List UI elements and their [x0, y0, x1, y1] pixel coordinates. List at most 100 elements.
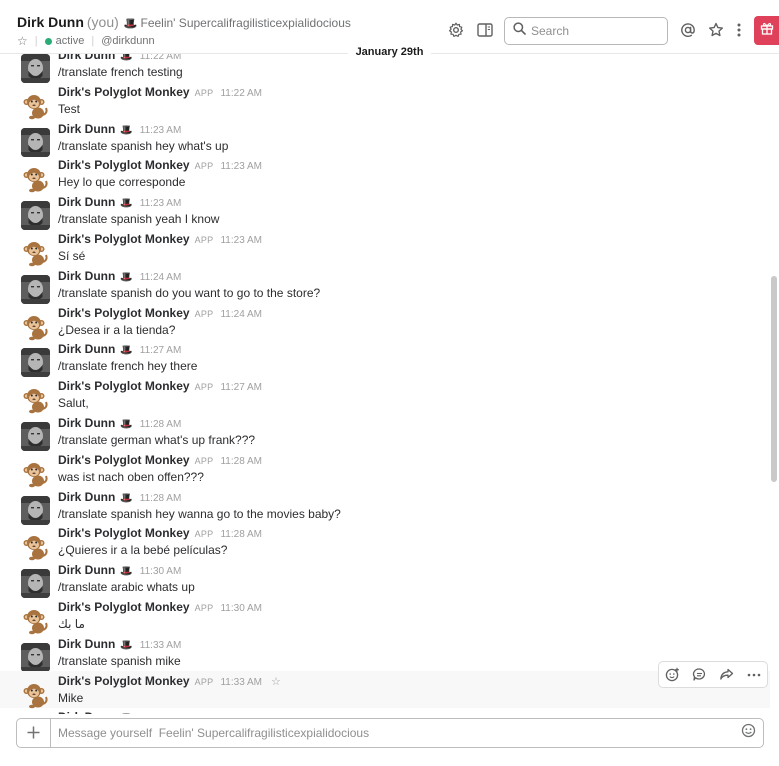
message-author[interactable]: Dirk Dunn: [58, 490, 115, 504]
user-avatar[interactable]: [21, 274, 50, 304]
message-author[interactable]: Dirk Dunn: [58, 710, 115, 714]
message-row[interactable]: Dirk Dunn 🎩 11:24 AM/translate spanish do …: [0, 266, 770, 304]
user-avatar[interactable]: [21, 54, 50, 83]
message-row[interactable]: Dirk Dunn 🎩 11:27 AM/translate french hey …: [0, 339, 770, 378]
you-label: (you): [86, 14, 119, 30]
message-row[interactable]: Dirk Dunn 🎩 11:23 AM/translate spanish hey…: [0, 119, 770, 157]
message-row[interactable]: Dirk's Polyglot Monkey APP 11:30 AM ما بك: [0, 597, 770, 635]
more-actions-icon[interactable]: [740, 662, 767, 687]
message-author[interactable]: Dirk Dunn: [58, 122, 115, 136]
monkey-avatar[interactable]: [21, 91, 50, 120]
message-row[interactable]: Dirk's Polyglot Monkey APP 11:28 AM was ist…: [0, 450, 770, 488]
message-timestamp[interactable]: 11:28 AM: [220, 456, 262, 467]
monkey-avatar[interactable]: [21, 238, 50, 267]
presence-dot: [44, 37, 52, 45]
user-avatar[interactable]: [21, 127, 50, 157]
search-input[interactable]: [531, 24, 661, 38]
message-author[interactable]: Dirk's Polyglot Monkey: [58, 379, 190, 393]
user-avatar[interactable]: [21, 422, 50, 451]
message-row[interactable]: Dirk Dunn 🎩 11:30 AM/translate arabic what…: [0, 560, 770, 599]
monkey-avatar[interactable]: [21, 459, 50, 488]
user-avatar[interactable]: [21, 348, 50, 378]
message-header: Dirk Dunn 🎩 11:24 AM: [58, 269, 181, 283]
message-row[interactable]: Dirk Dunn 🎩 11:33 AM: [0, 707, 770, 714]
emoji-button[interactable]: [733, 723, 763, 743]
search-box[interactable]: [504, 17, 668, 45]
star-message-icon[interactable]: ☆: [271, 675, 281, 688]
message-row[interactable]: Dirk's Polyglot Monkey APP 11:28 AM ¿Quiere…: [0, 523, 770, 561]
message-author[interactable]: Dirk's Polyglot Monkey: [58, 232, 190, 246]
message-row[interactable]: Dirk's Polyglot Monkey APP 11:27 AM Salut,: [0, 376, 770, 414]
message-timestamp[interactable]: 11:23 AM: [140, 125, 182, 136]
divider: |: [34, 35, 38, 47]
message-row[interactable]: Dirk's Polyglot Monkey APP 11:33 AM ☆ Mike: [0, 670, 770, 709]
message-row[interactable]: Dirk's Polyglot Monkey APP 11:24 AM ¿Desea …: [0, 303, 770, 340]
user-avatar[interactable]: [21, 201, 50, 231]
message-actions-toolbar: [658, 661, 768, 688]
message-timestamp[interactable]: 11:30 AM: [140, 566, 182, 577]
message-author[interactable]: Dirk's Polyglot Monkey: [58, 158, 190, 172]
monkey-avatar[interactable]: [21, 606, 50, 635]
message-timestamp[interactable]: 11:28 AM: [140, 419, 182, 430]
message-timestamp[interactable]: 11:22 AM: [220, 88, 262, 99]
scrollbar-thumb[interactable]: [771, 276, 777, 482]
user-avatar[interactable]: [21, 642, 50, 672]
star-icon[interactable]: [706, 20, 726, 40]
message-timestamp[interactable]: 11:24 AM: [140, 272, 182, 283]
message-author[interactable]: Dirk's Polyglot Monkey: [58, 453, 190, 467]
message-author[interactable]: Dirk Dunn: [58, 342, 115, 356]
message-timestamp[interactable]: 11:27 AM: [220, 382, 262, 393]
sidebar-panel-icon[interactable]: [475, 20, 495, 40]
message-author[interactable]: Dirk's Polyglot Monkey: [58, 526, 190, 540]
user-avatar[interactable]: [21, 495, 50, 525]
message-row[interactable]: Dirk Dunn 🎩 11:23 AM/translate spanish yea…: [0, 192, 770, 231]
attach-plus-button[interactable]: [17, 719, 51, 747]
at-sign-icon[interactable]: [678, 20, 698, 40]
gear-icon[interactable]: [446, 20, 466, 40]
message-row[interactable]: Dirk Dunn 🎩 11:28 AM/translate spanish hey…: [0, 487, 770, 525]
message-input[interactable]: [51, 726, 733, 740]
monkey-avatar[interactable]: [21, 532, 50, 561]
message-author[interactable]: Dirk Dunn: [58, 563, 115, 577]
top-hat-status-icon: 🎩: [120, 419, 133, 430]
user-avatar[interactable]: [21, 569, 50, 599]
message-timestamp[interactable]: 11:30 AM: [220, 603, 262, 614]
star-channel-icon[interactable]: ☆: [17, 34, 28, 48]
message-timestamp[interactable]: 11:24 AM: [220, 309, 262, 320]
message-row[interactable]: Dirk Dunn 🎩 11:28 AM/translate german what…: [0, 413, 770, 451]
message-author[interactable]: Dirk Dunn: [58, 195, 115, 209]
add-reaction-icon[interactable]: [659, 662, 686, 687]
start-thread-icon[interactable]: [686, 662, 713, 687]
message-list[interactable]: Dirk Dunn 🎩 11:22 AM/translate french test…: [0, 44, 770, 714]
message-timestamp[interactable]: 11:23 AM: [220, 161, 262, 172]
message-row[interactable]: Dirk's Polyglot Monkey APP 11:23 AM Hey lo …: [0, 155, 770, 193]
message-author[interactable]: Dirk Dunn: [58, 269, 115, 283]
message-author[interactable]: Dirk's Polyglot Monkey: [58, 306, 190, 320]
more-vertical-icon[interactable]: [729, 20, 749, 40]
message-timestamp[interactable]: 11:33 AM: [140, 713, 182, 714]
message-timestamp[interactable]: 11:28 AM: [220, 529, 262, 540]
app-badge: APP: [194, 308, 214, 319]
message-row[interactable]: Dirk's Polyglot Monkey APP 11:22 AM Test: [0, 82, 770, 120]
date-divider-label[interactable]: January 29th: [347, 44, 432, 60]
message-author[interactable]: Dirk's Polyglot Monkey: [58, 674, 190, 688]
message-timestamp[interactable]: 11:23 AM: [140, 198, 182, 209]
message-author[interactable]: Dirk's Polyglot Monkey: [58, 85, 190, 99]
message-timestamp[interactable]: 11:33 AM: [140, 640, 182, 651]
message-author[interactable]: Dirk Dunn: [58, 416, 115, 430]
channel-title[interactable]: Dirk Dunn: [17, 14, 84, 30]
message-author[interactable]: Dirk's Polyglot Monkey: [58, 600, 190, 614]
monkey-avatar[interactable]: [21, 164, 50, 193]
message-author[interactable]: Dirk Dunn: [58, 637, 115, 651]
monkey-avatar[interactable]: [21, 312, 50, 341]
monkey-avatar[interactable]: [21, 680, 50, 709]
share-message-icon[interactable]: [713, 662, 740, 687]
message-row[interactable]: Dirk's Polyglot Monkey APP 11:23 AM Sí sé: [0, 229, 770, 267]
gift-button[interactable]: [754, 16, 779, 45]
message-timestamp[interactable]: 11:27 AM: [140, 345, 182, 356]
message-timestamp[interactable]: 11:33 AM: [220, 677, 262, 688]
message-timestamp[interactable]: 11:23 AM: [220, 235, 262, 246]
message-row[interactable]: Dirk Dunn 🎩 11:33 AM/translate spanish mik…: [0, 634, 770, 672]
monkey-avatar[interactable]: [21, 385, 50, 414]
message-timestamp[interactable]: 11:28 AM: [140, 493, 182, 504]
